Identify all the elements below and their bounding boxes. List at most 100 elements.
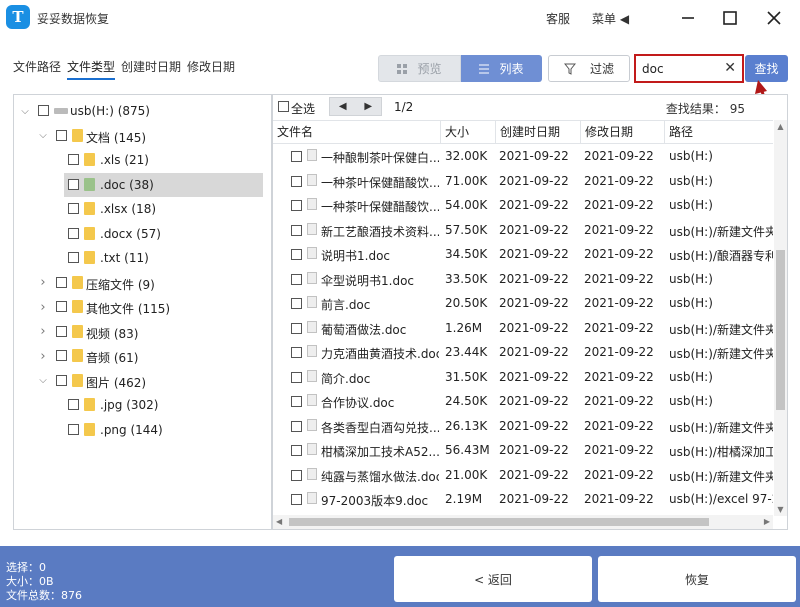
tree-item-checkbox[interactable] <box>56 350 67 361</box>
tree-item-checkbox[interactable] <box>68 252 79 263</box>
horizontal-scroll-thumb[interactable] <box>289 518 709 526</box>
column-header-name[interactable]: 文件名 <box>273 121 441 143</box>
table-row[interactable]: 伞型说明书1.doc 33.50K 2021-09-22 2021-09-22 usb(… <box>273 267 773 292</box>
column-header-path[interactable]: 路径 <box>665 121 773 143</box>
tree-item[interactable]: .docx (57) <box>14 222 271 246</box>
tree-item[interactable]: .png (144) <box>14 418 271 442</box>
scroll-left-icon[interactable]: ◀ <box>276 515 282 529</box>
tab-file-path[interactable]: 文件路径 <box>13 58 61 80</box>
tree-item-checkbox[interactable] <box>56 276 67 288</box>
chevron-down-icon[interactable]: ⌵ <box>38 130 48 141</box>
select-all-label[interactable]: 全选 <box>291 100 315 117</box>
tree-item[interactable]: › 其他文件 (115) <box>14 295 271 319</box>
chevron-right-icon[interactable]: › <box>38 275 48 290</box>
chevron-right-icon[interactable]: › <box>38 324 48 339</box>
row-checkbox[interactable] <box>291 249 302 260</box>
row-checkbox[interactable] <box>291 200 302 211</box>
select-all-checkbox[interactable] <box>278 101 289 112</box>
row-checkbox[interactable] <box>291 420 302 432</box>
back-button[interactable]: < 返回 <box>394 556 592 602</box>
menu-button[interactable]: 菜单 ◀ <box>592 10 629 27</box>
tree-item-checkbox[interactable] <box>68 203 79 214</box>
table-row[interactable]: 柑橘深加工技术A52... 56.43M 2021-09-22 2021-09-22 u… <box>273 438 773 463</box>
customer-service-link[interactable]: 客服 <box>546 10 570 27</box>
tree-item[interactable]: › 音频 (61) <box>14 344 271 368</box>
tree-item-checkbox[interactable] <box>68 178 79 190</box>
row-checkbox[interactable] <box>291 494 302 505</box>
tree-item[interactable]: .xls (21) <box>14 148 271 172</box>
tree-item-checkbox[interactable] <box>56 301 67 312</box>
tree-item[interactable]: .xlsx (18) <box>14 197 271 221</box>
row-checkbox[interactable] <box>291 175 302 187</box>
table-row[interactable]: 97-2003版本9.doc 2.19M 2021-09-22 2021-09-22 u… <box>273 487 773 512</box>
minimize-icon[interactable] <box>676 6 700 30</box>
table-row[interactable]: 一种酿制茶叶保健白... 32.00K 2021-09-22 2021-09-22 us… <box>273 144 773 169</box>
tree-item[interactable]: .doc (38) <box>14 172 271 197</box>
prev-page-icon[interactable]: ◀ <box>330 98 356 115</box>
search-input[interactable] <box>642 61 720 77</box>
tab-created-date[interactable]: 创建时日期 <box>121 58 181 80</box>
column-header-size[interactable]: 大小 <box>441 121 496 143</box>
tree-item-checkbox[interactable] <box>68 154 79 165</box>
vertical-scroll-thumb[interactable] <box>776 250 785 410</box>
row-checkbox[interactable] <box>291 298 302 309</box>
table-row[interactable]: 葡萄酒做法.doc 1.26M 2021-09-22 2021-09-22 usb(H:… <box>273 316 773 341</box>
row-checkbox[interactable] <box>291 396 302 407</box>
clear-search-icon[interactable]: ✕ <box>724 60 736 76</box>
tree-item-checkbox[interactable] <box>68 399 79 410</box>
row-checkbox[interactable] <box>291 445 302 456</box>
table-row[interactable]: 合作协议.doc 24.50K 2021-09-22 2021-09-22 usb(H:… <box>273 389 773 414</box>
tab-file-type[interactable]: 文件类型 <box>67 58 116 80</box>
tree-item[interactable]: ⌵ 图片 (462) <box>14 369 271 393</box>
vertical-scrollbar[interactable]: ▲ ▼ <box>774 120 787 516</box>
tree-item[interactable]: .txt (11) <box>14 246 271 270</box>
table-row[interactable]: 各类香型白酒勾兑技... 26.13K 2021-09-22 2021-09-22 us… <box>273 414 773 439</box>
table-row[interactable]: 纯露与蒸馏水做法.doc 21.00K 2021-09-22 2021-09-22 us… <box>273 463 773 488</box>
horizontal-scrollbar[interactable]: ◀ ▶ <box>273 515 773 529</box>
column-header-created[interactable]: 创建时日期 <box>496 121 581 143</box>
chevron-right-icon[interactable]: › <box>38 349 48 364</box>
chevron-right-icon[interactable]: › <box>38 300 48 315</box>
row-checkbox[interactable] <box>291 347 302 358</box>
table-row[interactable]: 新工艺酿酒技术资料... 57.50K 2021-09-22 2021-09-22 us… <box>273 218 773 243</box>
tab-modified-date[interactable]: 修改日期 <box>187 58 235 80</box>
row-checkbox[interactable] <box>291 371 302 383</box>
tree-item-checkbox[interactable] <box>56 129 67 141</box>
scroll-up-icon[interactable]: ▲ <box>774 122 787 131</box>
row-checkbox[interactable] <box>291 322 302 334</box>
column-header-modified[interactable]: 修改日期 <box>581 121 665 143</box>
row-checkbox[interactable] <box>291 469 302 481</box>
tree-item[interactable]: › 压缩文件 (9) <box>14 271 271 295</box>
scroll-right-icon[interactable]: ▶ <box>764 515 770 529</box>
maximize-icon[interactable] <box>718 6 742 30</box>
table-row[interactable]: 前言.doc 20.50K 2021-09-22 2021-09-22 usb(H:) <box>273 291 773 316</box>
preview-view-button[interactable]: 预览 <box>378 55 461 82</box>
table-row[interactable]: 一种茶叶保健醋酸饮... 71.00K 2021-09-22 2021-09-22 us… <box>273 169 773 194</box>
row-checkbox[interactable] <box>291 224 302 236</box>
search-button[interactable]: 查找 <box>745 55 788 82</box>
tree-item[interactable]: › 视频 (83) <box>14 320 271 344</box>
tree-item[interactable]: .jpg (302) <box>14 393 271 417</box>
table-row[interactable]: 力克酒曲黄酒技术.doc 23.44K 2021-09-22 2021-09-22 us… <box>273 340 773 365</box>
next-page-icon[interactable]: ▶ <box>356 98 382 115</box>
row-checkbox[interactable] <box>291 273 302 285</box>
table-row[interactable]: 简介.doc 31.50K 2021-09-22 2021-09-22 usb(H:) <box>273 365 773 390</box>
chevron-down-icon[interactable]: ⌵ <box>38 375 48 386</box>
tree-item[interactable]: ⌵ 文档 (145) <box>14 124 271 148</box>
tree-item[interactable]: ⌵ usb(H:) (875) <box>14 99 271 123</box>
tree-item-checkbox[interactable] <box>56 374 67 386</box>
close-icon[interactable] <box>762 6 786 30</box>
row-checkbox[interactable] <box>291 151 302 162</box>
table-row[interactable]: 一种茶叶保健醋酸饮... 54.00K 2021-09-22 2021-09-22 us… <box>273 193 773 218</box>
tree-item-checkbox[interactable] <box>38 105 49 116</box>
filter-button[interactable]: 过滤 <box>548 55 630 82</box>
table-row[interactable]: 说明书1.doc 34.50K 2021-09-22 2021-09-22 usb(H:… <box>273 242 773 267</box>
tree-item-checkbox[interactable] <box>68 423 79 435</box>
table-row[interactable]: 97-2003版本8.doc2.34M2021-09-222021-09-22u… <box>273 512 773 515</box>
recover-button[interactable]: 恢复 <box>598 556 796 602</box>
scroll-down-icon[interactable]: ▼ <box>774 505 787 514</box>
chevron-down-icon[interactable]: ⌵ <box>20 106 30 117</box>
tree-item-checkbox[interactable] <box>68 227 79 239</box>
list-view-button[interactable]: 列表 <box>461 55 542 82</box>
tree-item-checkbox[interactable] <box>56 325 67 337</box>
